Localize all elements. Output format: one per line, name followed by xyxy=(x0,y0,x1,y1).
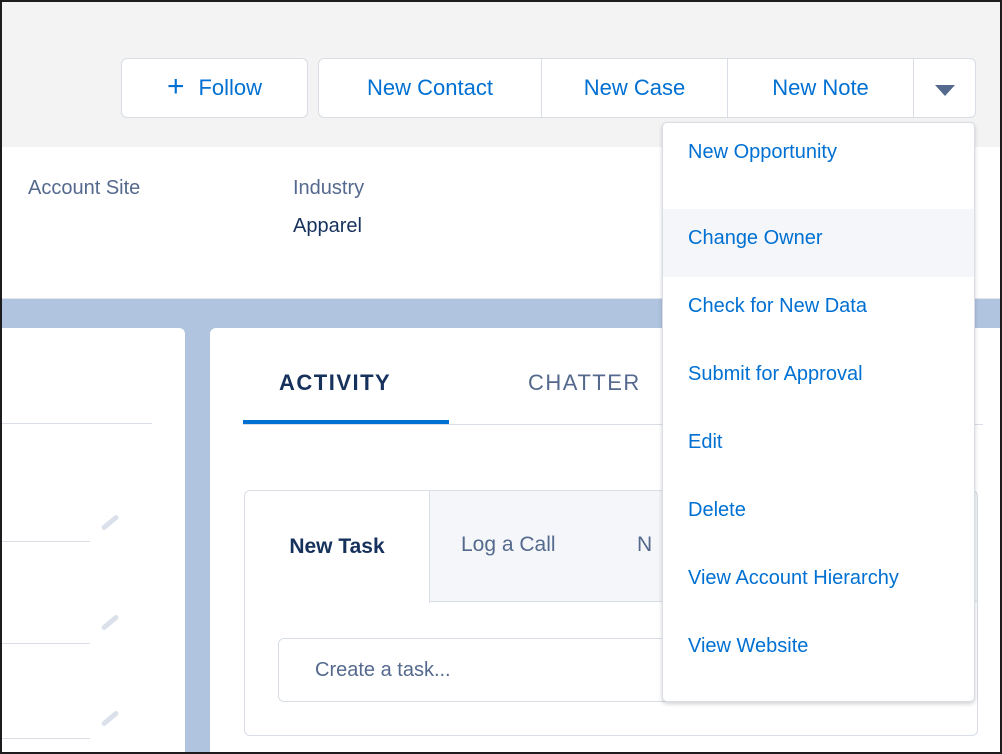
menu-item-check-for-new-data[interactable]: Check for New Data xyxy=(663,277,974,345)
field-divider xyxy=(2,541,90,542)
tab-new-event[interactable]: N xyxy=(637,533,652,557)
header-actions: + Follow New Contact New Case New Note xyxy=(121,58,976,118)
tab-log-a-call[interactable]: Log a Call xyxy=(461,533,556,557)
more-actions-button[interactable] xyxy=(914,58,976,118)
pencil-icon[interactable] xyxy=(100,614,120,631)
industry-value: Apparel xyxy=(293,215,362,237)
tab-chatter[interactable]: CHATTER xyxy=(528,370,641,396)
field-divider xyxy=(2,643,90,644)
chevron-down-icon xyxy=(934,84,955,96)
field-divider xyxy=(2,738,90,739)
industry-label: Industry xyxy=(293,177,365,199)
pencil-icon[interactable] xyxy=(100,710,120,727)
menu-item-view-website[interactable]: View Website xyxy=(663,617,974,685)
menu-item-change-owner[interactable]: Change Owner xyxy=(663,209,974,277)
action-button-group: New Contact New Case New Note xyxy=(318,58,976,118)
field-divider xyxy=(2,423,152,424)
tab-new-task[interactable]: New Task xyxy=(245,491,430,603)
new-note-button[interactable]: New Note xyxy=(728,58,914,118)
new-contact-button[interactable]: New Contact xyxy=(318,58,542,118)
follow-button[interactable]: + Follow xyxy=(121,58,308,118)
follow-label: Follow xyxy=(198,75,263,100)
plus-icon: + xyxy=(166,70,185,103)
details-card xyxy=(2,328,185,752)
app-frame: + Follow New Contact New Case New Note A… xyxy=(0,0,1002,754)
tab-activity[interactable]: ACTIVITY xyxy=(279,370,391,396)
menu-item-submit-for-approval[interactable]: Submit for Approval xyxy=(663,345,974,413)
menu-item-delete[interactable]: Delete xyxy=(663,481,974,549)
menu-item-view-account-hierarchy[interactable]: View Account Hierarchy xyxy=(663,549,974,617)
more-actions-menu: New Opportunity Change Owner Check for N… xyxy=(662,122,975,702)
pencil-icon[interactable] xyxy=(100,514,120,531)
new-case-button[interactable]: New Case xyxy=(542,58,728,118)
menu-item-edit[interactable]: Edit xyxy=(663,413,974,481)
menu-item-new-opportunity[interactable]: New Opportunity xyxy=(663,141,974,209)
account-site-label: Account Site xyxy=(28,177,141,199)
